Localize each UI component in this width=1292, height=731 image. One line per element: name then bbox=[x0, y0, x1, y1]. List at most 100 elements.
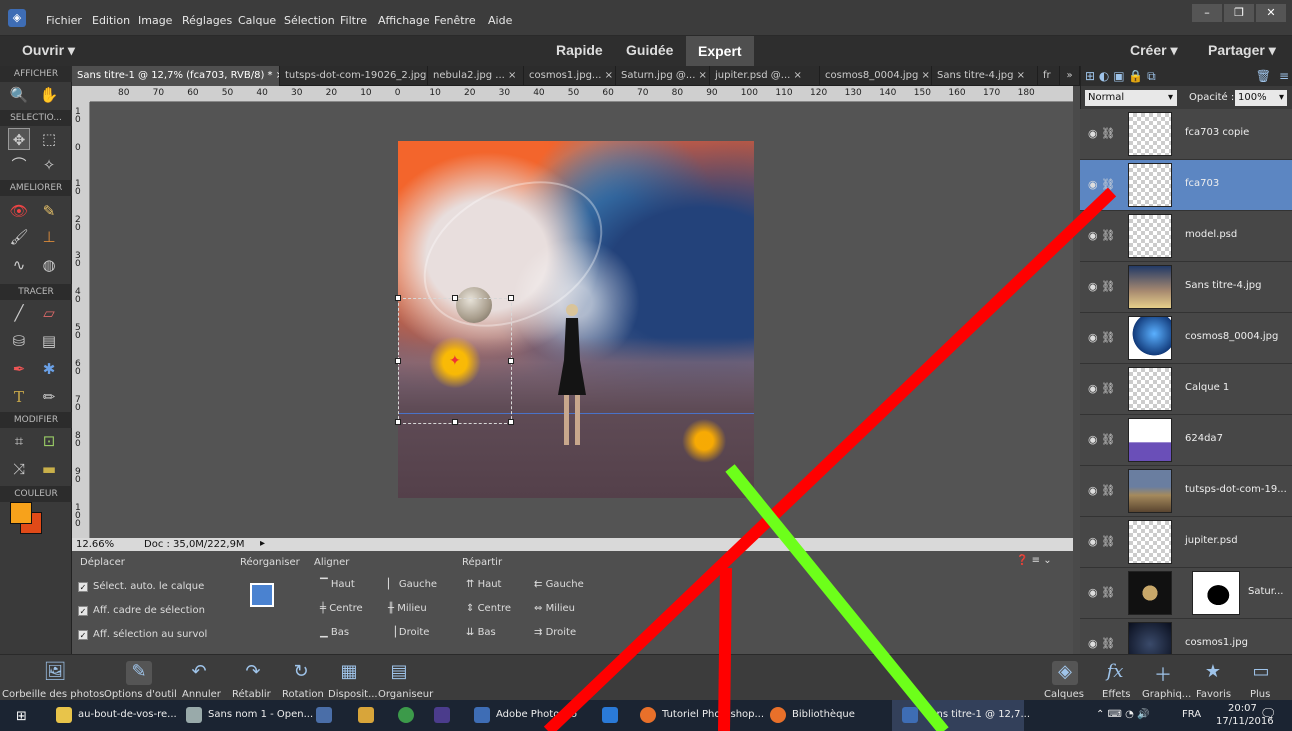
organizer-icon[interactable]: ▤ bbox=[386, 661, 412, 685]
tab-document[interactable]: fr bbox=[1038, 66, 1060, 86]
hand-tool-icon[interactable]: ✋ bbox=[38, 84, 60, 106]
brush-tool-icon[interactable]: ╱ bbox=[8, 302, 30, 324]
share-button[interactable]: Partager ▾ bbox=[1208, 42, 1276, 59]
visibility-eye-icon[interactable]: ◉ ⛓ bbox=[1088, 229, 1115, 242]
layer-row[interactable]: ◉ ⛓ fca703 copie bbox=[1080, 109, 1292, 160]
show-bbox-checkbox[interactable]: ✓ Aff. cadre de sélection bbox=[78, 605, 205, 616]
menu-selection[interactable]: Sélection bbox=[284, 14, 335, 27]
visibility-eye-icon[interactable]: ◉ ⛓ bbox=[1088, 535, 1115, 548]
visibility-eye-icon[interactable]: ◉ ⛓ bbox=[1088, 331, 1115, 344]
clock-time[interactable]: 20:07 bbox=[1228, 703, 1257, 714]
effects-icon[interactable]: fx bbox=[1102, 661, 1128, 685]
align-left-button[interactable]: ▏ Gauche bbox=[388, 579, 437, 590]
pivot-point-icon[interactable]: ✦ bbox=[449, 353, 461, 369]
eyedropper-icon[interactable]: ✒ bbox=[8, 358, 30, 380]
redo-icon[interactable]: ↷ bbox=[240, 661, 266, 685]
notifications-icon[interactable]: 🗨 bbox=[1260, 707, 1277, 722]
photo-bin-icon[interactable]: 🖼 bbox=[42, 661, 68, 685]
layer-row[interactable]: ◉ ⛓ jupiter.psd bbox=[1080, 517, 1292, 568]
layer-mask-thumbnail[interactable] bbox=[1192, 571, 1240, 615]
menu-edition[interactable]: Edition bbox=[92, 14, 130, 27]
clone-stamp-icon[interactable]: ⊥ bbox=[38, 226, 60, 248]
more-button[interactable]: Plus bbox=[1250, 689, 1270, 700]
opacity-input[interactable]: 100% ▾ bbox=[1235, 90, 1287, 106]
menu-fenetre[interactable]: Fenêtre bbox=[434, 14, 476, 27]
align-center-button[interactable]: ╪ Centre bbox=[320, 603, 363, 614]
status-menu-icon[interactable]: ▸ bbox=[260, 538, 265, 549]
gradient-tool-icon[interactable]: ▤ bbox=[38, 330, 60, 352]
visibility-eye-icon[interactable]: ◉ ⛓ bbox=[1088, 382, 1115, 395]
menu-reglages[interactable]: Réglages bbox=[182, 14, 232, 27]
layers-panel-icon[interactable]: ◈ bbox=[1052, 661, 1078, 685]
distribute-left-button[interactable]: ⇇ Gauche bbox=[534, 579, 584, 590]
magic-wand-icon[interactable]: ✧ bbox=[38, 154, 60, 176]
app-icon[interactable] bbox=[602, 707, 618, 723]
taskbar-item[interactable]: Sans nom 1 - Open... bbox=[208, 709, 313, 720]
type-tool-icon[interactable]: T bbox=[8, 386, 30, 408]
align-bottom-button[interactable]: ▁ Bas bbox=[320, 627, 349, 638]
mode-guided-tab[interactable]: Guidée bbox=[626, 42, 673, 58]
app-icon[interactable] bbox=[358, 707, 374, 723]
sponge-tool-icon[interactable]: ◍ bbox=[38, 254, 60, 276]
more-icon[interactable]: ▭ bbox=[1248, 661, 1274, 685]
spot-heal-icon[interactable]: ✎ bbox=[38, 200, 60, 222]
layer-row[interactable]: ◉ ⛓ fca703 bbox=[1080, 160, 1292, 211]
distribute-bottom-button[interactable]: ⇊ Bas bbox=[466, 627, 496, 638]
transform-handle[interactable] bbox=[452, 419, 458, 425]
redo-button[interactable]: Rétablir bbox=[232, 689, 271, 700]
taskbar-item[interactable]: Sans titre-1 @ 12,7... bbox=[924, 709, 1030, 720]
transform-handle[interactable] bbox=[452, 295, 458, 301]
taskbar-item[interactable]: Adobe Photosho bbox=[496, 709, 577, 720]
move-tool-icon[interactable]: ✥ bbox=[8, 128, 30, 150]
distribute-middle-button[interactable]: ⇔ Milieu bbox=[534, 603, 575, 614]
app-icon[interactable] bbox=[434, 707, 450, 723]
distribute-right-button[interactable]: ⇉ Droite bbox=[534, 627, 576, 638]
effects-button[interactable]: Effets bbox=[1102, 689, 1131, 700]
tool-options-icon[interactable]: ✎ bbox=[126, 661, 152, 685]
minimize-icon[interactable]: – bbox=[1192, 4, 1222, 22]
photoshop-icon[interactable] bbox=[474, 707, 490, 723]
visibility-eye-icon[interactable]: ◉ ⛓ bbox=[1088, 280, 1115, 293]
transform-handle[interactable] bbox=[395, 419, 401, 425]
windows-start-icon[interactable]: ⊞ bbox=[16, 709, 27, 724]
adjust-layer-icon[interactable]: ◐ bbox=[1099, 69, 1109, 83]
recompose-tool-icon[interactable]: ⊡ bbox=[38, 430, 60, 452]
menu-image[interactable]: Image bbox=[138, 14, 172, 27]
tab-document[interactable]: tutsps-dot-com-19026_2.jpg × bbox=[280, 66, 428, 86]
more-tabs-icon[interactable]: » bbox=[1060, 66, 1080, 86]
undo-icon[interactable]: ↶ bbox=[186, 661, 212, 685]
new-layer-icon[interactable]: ⊞ bbox=[1085, 69, 1095, 83]
distribute-center-button[interactable]: ⇕ Centre bbox=[466, 603, 511, 614]
red-eye-tool-icon[interactable]: 👁 bbox=[8, 200, 30, 222]
favorites-icon[interactable]: ★ bbox=[1200, 661, 1226, 685]
tab-document[interactable]: cosmos8_0004.jpg × bbox=[820, 66, 932, 86]
openoffice-icon[interactable] bbox=[186, 707, 202, 723]
align-middle-button[interactable]: ╫ Milieu bbox=[388, 603, 427, 614]
transform-handle[interactable] bbox=[508, 295, 514, 301]
taskbar-item[interactable]: Tutoriel Photoshop... bbox=[662, 709, 764, 720]
open-button[interactable]: Ouvrir ▾ bbox=[22, 42, 75, 59]
graphics-icon[interactable]: ＋ bbox=[1150, 661, 1176, 686]
language-indicator[interactable]: FRA bbox=[1182, 709, 1201, 720]
app-logo-icon[interactable]: ◈ bbox=[8, 9, 26, 27]
layer-row[interactable]: ◉ ⛓ Calque 1 bbox=[1080, 364, 1292, 415]
layer-row[interactable]: ◉ ⛓ 624da7 bbox=[1080, 415, 1292, 466]
menu-fichier[interactable]: Fichier bbox=[46, 14, 82, 27]
undo-button[interactable]: Annuler bbox=[182, 689, 221, 700]
help-icon[interactable]: ❓ ≡ ⌄ bbox=[1016, 555, 1052, 566]
layer-row[interactable]: ◉ ⛓ cosmos8_0004.jpg bbox=[1080, 313, 1292, 364]
tab-document-active[interactable]: Sans titre-1 @ 12,7% (fca703, RVB/8) * × bbox=[72, 66, 280, 86]
menu-aide[interactable]: Aide bbox=[488, 14, 512, 27]
layer-row[interactable]: ◉ ⛓ Sans titre-4.jpg bbox=[1080, 262, 1292, 313]
panel-menu-icon[interactable]: ≡ bbox=[1279, 66, 1289, 86]
file-explorer-icon[interactable] bbox=[56, 707, 72, 723]
distribute-top-button[interactable]: ⇈ Haut bbox=[466, 579, 501, 590]
visibility-eye-icon[interactable]: ◉ ⛓ bbox=[1088, 127, 1115, 140]
smart-brush-icon[interactable]: 🖌 bbox=[8, 226, 30, 248]
tab-document[interactable]: Sans titre-4.jpg × bbox=[932, 66, 1038, 86]
menu-filtre[interactable]: Filtre bbox=[340, 14, 367, 27]
foreground-color-swatch[interactable] bbox=[10, 502, 32, 524]
photo-bin-button[interactable]: Corbeille des photos bbox=[2, 689, 104, 700]
paint-bucket-icon[interactable]: ⛁ bbox=[8, 330, 30, 352]
layer-row[interactable]: ◉ ⛓ model.psd bbox=[1080, 211, 1292, 262]
